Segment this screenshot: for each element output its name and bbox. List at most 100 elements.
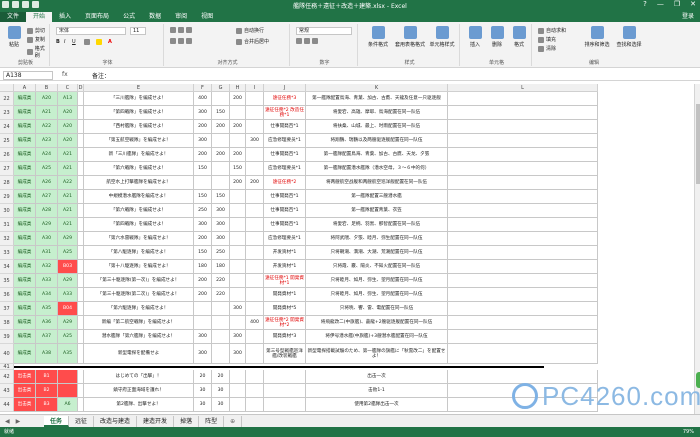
cell-c[interactable]: A21: [58, 148, 78, 162]
cell-a[interactable]: 編成类: [14, 246, 36, 260]
align-left-button[interactable]: [170, 38, 192, 44]
cell-j[interactable]: 開発資材*5: [264, 302, 306, 316]
cell-f[interactable]: [194, 302, 212, 316]
cell-i[interactable]: 300: [246, 134, 264, 148]
conditional-format-button[interactable]: 条件格式: [364, 26, 392, 48]
row-header[interactable]: 30: [0, 204, 14, 218]
cell-l[interactable]: [448, 134, 598, 148]
cell-b[interactable]: A20: [36, 92, 58, 106]
cell-e[interactable]: 「第五航空戦隊」を編成せよ！: [84, 134, 194, 148]
column-header-j[interactable]: J: [264, 84, 306, 92]
font-color-button[interactable]: A: [108, 39, 112, 45]
cell-j[interactable]: 应急修理要员*1: [264, 162, 306, 176]
cell-j[interactable]: 仕事開発百*1: [264, 204, 306, 218]
row-header[interactable]: 39: [0, 330, 14, 344]
cell-h[interactable]: [230, 232, 246, 246]
cell-e[interactable]: はじめての「出撃」！: [84, 370, 194, 384]
cell-c[interactable]: A33: [58, 288, 78, 302]
cell-e[interactable]: 鎮守府正面海域を護れ！: [84, 384, 194, 398]
cell-f[interactable]: 300: [194, 330, 212, 344]
cell-h[interactable]: [230, 274, 246, 288]
cell-a[interactable]: 編成类: [14, 204, 36, 218]
cell-b[interactable]: A26: [36, 176, 58, 190]
cell-l[interactable]: [448, 260, 598, 274]
cell-j[interactable]: 开发资材*1: [264, 260, 306, 274]
cell-k[interactable]: 使用第2艦隊出击一次: [306, 398, 448, 412]
cell-j[interactable]: 仕事開発百*1: [264, 120, 306, 134]
cell-g[interactable]: 200: [212, 120, 230, 134]
italic-button[interactable]: I: [64, 39, 65, 45]
cell-b[interactable]: A38: [36, 344, 58, 364]
cell-l[interactable]: [448, 246, 598, 260]
column-header-f[interactable]: F: [194, 84, 212, 92]
wrap-text-button[interactable]: 自动换行: [236, 27, 264, 34]
format-cells-button[interactable]: 格式: [508, 26, 530, 48]
cell-c[interactable]: A20: [58, 134, 78, 148]
cell-a[interactable]: 編成类: [14, 106, 36, 120]
cell-f[interactable]: 200: [194, 288, 212, 302]
cell-f[interactable]: 30: [194, 384, 212, 398]
cell-g[interactable]: 300: [212, 218, 230, 232]
cell-e[interactable]: 「第三十駆逐隊(第二次)」を編成せよ！: [84, 288, 194, 302]
cell-f[interactable]: 150: [194, 190, 212, 204]
cell-h[interactable]: [230, 246, 246, 260]
cell-k[interactable]: 将两艘航空战舰和两艘航空巡洋舰配置在同一队伍: [306, 176, 448, 190]
cell-h[interactable]: 200: [230, 120, 246, 134]
cell-c[interactable]: A29: [58, 316, 78, 330]
cell-k[interactable]: 第一艦隊配置潜水艦隊（潜水空母，３～６中的何）: [306, 162, 448, 176]
scrollbar-thumb[interactable]: [696, 104, 700, 184]
cell-c[interactable]: A21: [58, 204, 78, 218]
cell-j[interactable]: [264, 384, 306, 398]
cell-c[interactable]: A20: [58, 106, 78, 120]
side-widget-icon[interactable]: [696, 372, 700, 388]
cell-k[interactable]: 第一艦隊配置鳥海、青葉、加古、古鷹、天龙、夕張: [306, 148, 448, 162]
cell-h[interactable]: [230, 204, 246, 218]
select-all-corner[interactable]: [0, 84, 14, 92]
cell-h[interactable]: 200: [230, 176, 246, 190]
accounting-button[interactable]: [296, 38, 318, 44]
cell-g[interactable]: 300: [212, 204, 230, 218]
cell-j[interactable]: [264, 370, 306, 384]
login-link[interactable]: 登录: [682, 12, 700, 22]
cell-k[interactable]: 只将朝潮、満潮、大潮、荒潮配置在同一队伍: [306, 246, 448, 260]
next-sheet-icon[interactable]: ▶: [16, 418, 21, 425]
cell-b[interactable]: A37: [36, 330, 58, 344]
tab-view[interactable]: 视图: [194, 12, 220, 22]
cell-g[interactable]: 300: [212, 232, 230, 246]
cell-f[interactable]: 300: [194, 134, 212, 148]
close-button[interactable]: ✕: [690, 0, 696, 8]
cut-button[interactable]: 剪切: [27, 27, 45, 34]
cell-g[interactable]: [212, 176, 230, 190]
cell-l[interactable]: [448, 106, 598, 120]
number-format-select[interactable]: 常规: [296, 27, 352, 35]
cell-g[interactable]: [212, 134, 230, 148]
cell-f[interactable]: 200: [194, 148, 212, 162]
paste-button[interactable]: 粘贴: [3, 26, 25, 48]
cell-g[interactable]: 150: [212, 190, 230, 204]
cell-h[interactable]: 300: [230, 330, 246, 344]
cell-h[interactable]: [230, 134, 246, 148]
tab-review[interactable]: 审阅: [168, 12, 194, 22]
cell-h[interactable]: 150: [230, 162, 246, 176]
cell-b[interactable]: A29: [36, 218, 58, 232]
cell-a[interactable]: 編成类: [14, 190, 36, 204]
cell-e[interactable]: 潜水艦隊「第六艦隊」を編成せよ！: [84, 330, 194, 344]
cell-f[interactable]: 300: [194, 106, 212, 120]
font-name-select[interactable]: 宋体: [56, 27, 126, 35]
row-header[interactable]: 31: [0, 218, 14, 232]
cell-a[interactable]: 編成类: [14, 162, 36, 176]
cell-i[interactable]: [246, 370, 264, 384]
cell-a[interactable]: 編成类: [14, 218, 36, 232]
cell-h[interactable]: [230, 370, 246, 384]
cell-g[interactable]: 20: [212, 370, 230, 384]
cell-c[interactable]: A6: [58, 398, 78, 412]
cell-e[interactable]: 「三川艦隊」を編成せよ！: [84, 92, 194, 106]
cell-f[interactable]: 20: [194, 370, 212, 384]
cell-j[interactable]: 第三号型戦艦巡洋艦/改装戦艦: [264, 344, 306, 364]
cell-i[interactable]: [246, 260, 264, 274]
cell-j[interactable]: 仕事開発百*1: [264, 148, 306, 162]
cell-c[interactable]: B03: [58, 260, 78, 274]
cell-a[interactable]: 編成类: [14, 134, 36, 148]
merge-center-button[interactable]: 合并后居中: [236, 38, 269, 45]
cell-i[interactable]: [246, 190, 264, 204]
